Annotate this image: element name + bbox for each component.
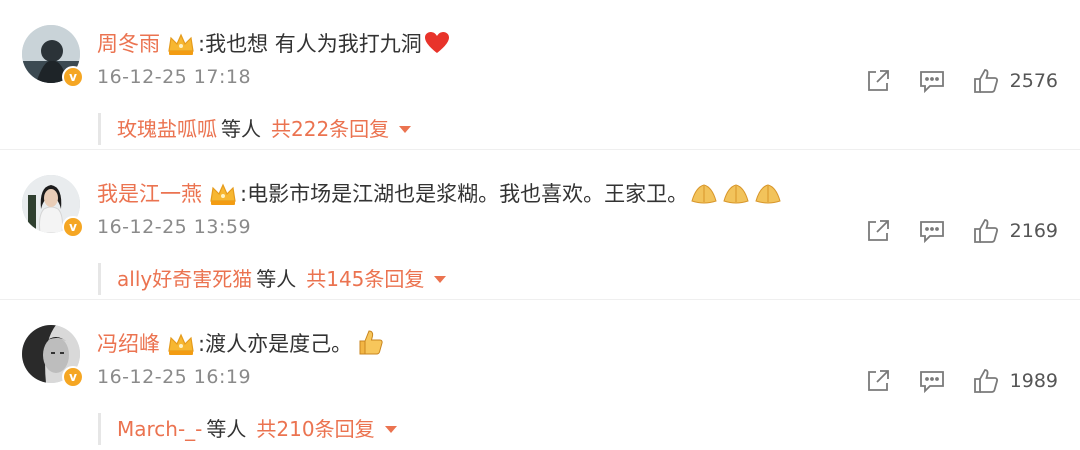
like-icon[interactable] (972, 367, 1000, 395)
reply-summary[interactable]: ally好奇害死猫 等人 共145条回复 (98, 263, 447, 295)
comment-actions: 1989 (838, 366, 1058, 396)
username[interactable]: 我是江一燕 (97, 182, 202, 206)
username[interactable]: 冯绍峰 (97, 332, 160, 356)
share-icon[interactable] (864, 367, 892, 395)
heart-icon (424, 32, 449, 53)
comment-header: 我是江一燕 :电影市场是江湖也是浆糊。我也喜欢。王家卫。 (97, 178, 786, 210)
reply-total-link[interactable]: 共210条回复 (256, 417, 374, 441)
username[interactable]: 周冬雨 (97, 32, 160, 56)
like-count: 1989 (1009, 370, 1058, 392)
like-icon[interactable] (972, 217, 1000, 245)
comment-feed: v 周冬雨 :我也想 有人为我打九洞 16-12-25 17:18 2576 玫瑰… (0, 0, 1080, 450)
like-count: 2169 (1009, 220, 1058, 242)
share-icon[interactable] (864, 67, 892, 95)
thumbs-up-icon (359, 330, 383, 355)
comment-item: v 冯绍峰 :渡人亦是度己。 16-12-25 16:19 1989 March-… (0, 300, 1080, 450)
crown-icon (168, 333, 194, 355)
reply-mid-text: 等人 (206, 417, 247, 441)
comment-item: v 周冬雨 :我也想 有人为我打九洞 16-12-25 17:18 2576 玫瑰… (0, 0, 1080, 150)
verified-badge-icon: v (62, 216, 84, 238)
verified-badge-icon: v (62, 66, 84, 88)
reply-first-user[interactable]: 玫瑰盐呱呱 (117, 117, 217, 141)
reply-summary[interactable]: March-_- 等人 共210条回复 (98, 413, 397, 445)
chevron-down-icon[interactable] (384, 426, 397, 433)
comment-actions: 2169 (838, 216, 1058, 246)
reply-summary[interactable]: 玫瑰盐呱呱 等人 共222条回复 (98, 113, 412, 145)
reply-first-user[interactable]: ally好奇害死猫 (117, 267, 252, 291)
share-icon[interactable] (864, 217, 892, 245)
comment-actions: 2576 (838, 66, 1058, 96)
comment-text: :我也想 有人为我打九洞 (198, 32, 422, 56)
comment-icon[interactable] (918, 67, 946, 95)
reply-first-user[interactable]: March-_- (117, 417, 202, 441)
comment-text: :渡人亦是度己。 (198, 332, 353, 356)
crown-icon (210, 183, 236, 205)
comment-text: :电影市场是江湖也是浆糊。我也喜欢。王家卫。 (240, 182, 689, 206)
like-icon[interactable] (972, 67, 1000, 95)
comment-header: 周冬雨 :我也想 有人为我打九洞 (97, 28, 450, 60)
chevron-down-icon[interactable] (434, 276, 447, 283)
comment-time: 16-12-25 13:59 (97, 216, 252, 238)
comment-time: 16-12-25 17:18 (97, 66, 252, 88)
verified-badge-icon: v (62, 366, 84, 388)
crown-icon (168, 33, 194, 55)
comment-icon[interactable] (918, 367, 946, 395)
reply-mid-text: 等人 (256, 267, 297, 291)
comment-time: 16-12-25 16:19 (97, 366, 252, 388)
like-count: 2576 (1009, 70, 1058, 92)
pray-icon (691, 184, 781, 204)
reply-total-link[interactable]: 共145条回复 (306, 267, 424, 291)
reply-mid-text: 等人 (221, 117, 261, 141)
comment-icon[interactable] (918, 217, 946, 245)
reply-total-link[interactable]: 共222条回复 (271, 117, 389, 141)
comment-header: 冯绍峰 :渡人亦是度己。 (97, 328, 384, 360)
chevron-down-icon[interactable] (399, 126, 412, 133)
comment-item: v 我是江一燕 :电影市场是江湖也是浆糊。我也喜欢。王家卫。 16-12-25 1… (0, 150, 1080, 300)
